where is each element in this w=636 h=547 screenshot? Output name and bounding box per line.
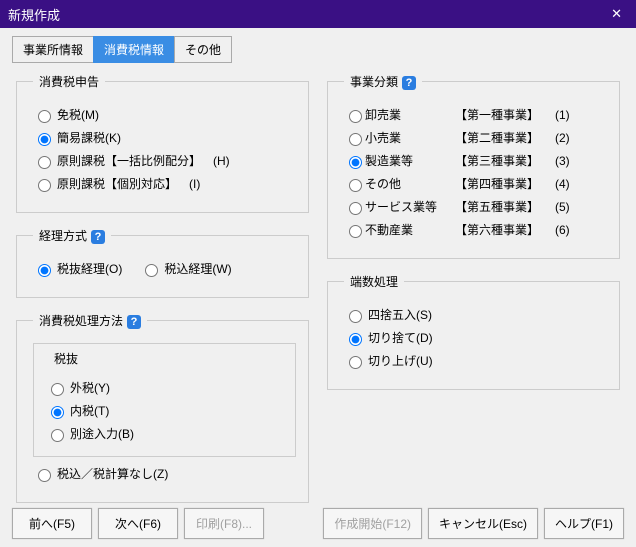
label-shisha: 四捨五入(S) (368, 306, 432, 323)
radio-zeikomi-keiri[interactable] (145, 264, 158, 277)
label-zeikomi-none: 税込／税計算なし(Z) (57, 465, 168, 482)
radio-shisha[interactable] (349, 310, 362, 323)
label-gensoku-kobetsu: 原則課税【個別対応】 (57, 175, 177, 192)
help-icon[interactable]: ? (127, 315, 141, 329)
label-uchizei: 内税(T) (70, 402, 109, 419)
radio-zeikomi-none[interactable] (38, 469, 51, 482)
group-shori: 消費税処理方法? 税抜 外税(Y) 内税(T) 別途入力(B) 税込／税計算なし… (16, 312, 309, 503)
inner-zeinuki: 税抜 外税(Y) 内税(T) 別途入力(B) (33, 343, 296, 457)
radio-gensoku-kobetsu[interactable] (38, 179, 51, 192)
jigyo-num: (3) (555, 154, 585, 168)
start-button[interactable]: 作成開始(F12) (323, 508, 422, 539)
print-button[interactable]: 印刷(F8)... (184, 508, 264, 539)
jigyo-num: (4) (555, 177, 585, 191)
radio-kiriage[interactable] (349, 356, 362, 369)
window-title: 新規作成 (8, 5, 60, 24)
radio-jigyo-4[interactable] (349, 179, 362, 192)
label-menzei: 免税(M) (57, 106, 99, 123)
radio-betto[interactable] (51, 429, 64, 442)
tab-tax[interactable]: 消費税情報 (93, 36, 175, 63)
tab-other[interactable]: その他 (174, 36, 232, 63)
group-keiri: 経理方式? 税抜経理(O) 税込経理(W) (16, 227, 309, 298)
jigyo-type: 【第五種事業】 (455, 198, 555, 215)
radio-menzei[interactable] (38, 110, 51, 123)
tab-office[interactable]: 事業所情報 (12, 36, 94, 63)
jigyo-name: 小売業 (365, 129, 455, 146)
radio-uchizei[interactable] (51, 406, 64, 419)
legend-shinkoku: 消費税申告 (33, 73, 105, 90)
radio-jigyo-2[interactable] (349, 133, 362, 146)
radio-kirisute[interactable] (349, 333, 362, 346)
label-kani: 簡易課税(K) (57, 129, 121, 146)
jigyo-type: 【第一種事業】 (455, 106, 555, 123)
legend-hasuu: 端数処理 (344, 273, 404, 290)
radio-gaizei[interactable] (51, 383, 64, 396)
jigyo-type: 【第三種事業】 (455, 152, 555, 169)
footer: 前へ(F5) 次へ(F6) 印刷(F8)... 作成開始(F12) キャンセル(… (0, 508, 636, 539)
label-zeinuki-keiri: 税抜経理(O) (57, 260, 122, 277)
label-kiriage: 切り上げ(U) (368, 352, 433, 369)
label-gensoku-ikkatsu: 原則課税【一括比例配分】 (57, 152, 201, 169)
suffix-h: (H) (213, 154, 230, 168)
label-gaizei: 外税(Y) (70, 379, 110, 396)
radio-jigyo-3[interactable] (349, 156, 362, 169)
prev-button[interactable]: 前へ(F5) (12, 508, 92, 539)
group-jigyo: 事業分類? 卸売業【第一種事業】(1) 小売業【第二種事業】(2) 製造業等【第… (327, 73, 620, 259)
titlebar: 新規作成 ✕ (0, 0, 636, 28)
inner-title: 税抜 (50, 350, 82, 367)
label-betto: 別途入力(B) (70, 425, 134, 442)
group-shinkoku: 消費税申告 免税(M) 簡易課税(K) 原則課税【一括比例配分】 (H) 原則課税… (16, 73, 309, 213)
label-kirisute: 切り捨て(D) (368, 329, 433, 346)
jigyo-name: 不動産業 (365, 221, 455, 238)
legend-keiri: 経理方式? (33, 227, 111, 244)
jigyo-name: サービス業等 (365, 198, 455, 215)
jigyo-num: (1) (555, 108, 585, 122)
cancel-button[interactable]: キャンセル(Esc) (428, 508, 538, 539)
radio-gensoku-ikkatsu[interactable] (38, 156, 51, 169)
radio-jigyo-5[interactable] (349, 202, 362, 215)
jigyo-num: (5) (555, 200, 585, 214)
label-zeikomi-keiri: 税込経理(W) (164, 260, 231, 277)
jigyo-num: (6) (555, 223, 585, 237)
tabs: 事業所情報 消費税情報 その他 (12, 36, 628, 63)
jigyo-type: 【第六種事業】 (455, 221, 555, 238)
jigyo-name: 製造業等 (365, 152, 455, 169)
radio-kani[interactable] (38, 133, 51, 146)
help-button[interactable]: ヘルプ(F1) (544, 508, 624, 539)
help-icon[interactable]: ? (91, 230, 105, 244)
jigyo-name: その他 (365, 175, 455, 192)
legend-jigyo: 事業分類? (344, 73, 422, 90)
jigyo-type: 【第二種事業】 (455, 129, 555, 146)
group-hasuu: 端数処理 四捨五入(S) 切り捨て(D) 切り上げ(U) (327, 273, 620, 390)
next-button[interactable]: 次へ(F6) (98, 508, 178, 539)
suffix-i: (I) (189, 177, 200, 191)
help-icon[interactable]: ? (402, 76, 416, 90)
radio-jigyo-6[interactable] (349, 225, 362, 238)
close-icon[interactable]: ✕ (605, 6, 628, 22)
legend-shori: 消費税処理方法? (33, 312, 147, 329)
radio-jigyo-1[interactable] (349, 110, 362, 123)
jigyo-name: 卸売業 (365, 106, 455, 123)
jigyo-num: (2) (555, 131, 585, 145)
jigyo-type: 【第四種事業】 (455, 175, 555, 192)
radio-zeinuki-keiri[interactable] (38, 264, 51, 277)
